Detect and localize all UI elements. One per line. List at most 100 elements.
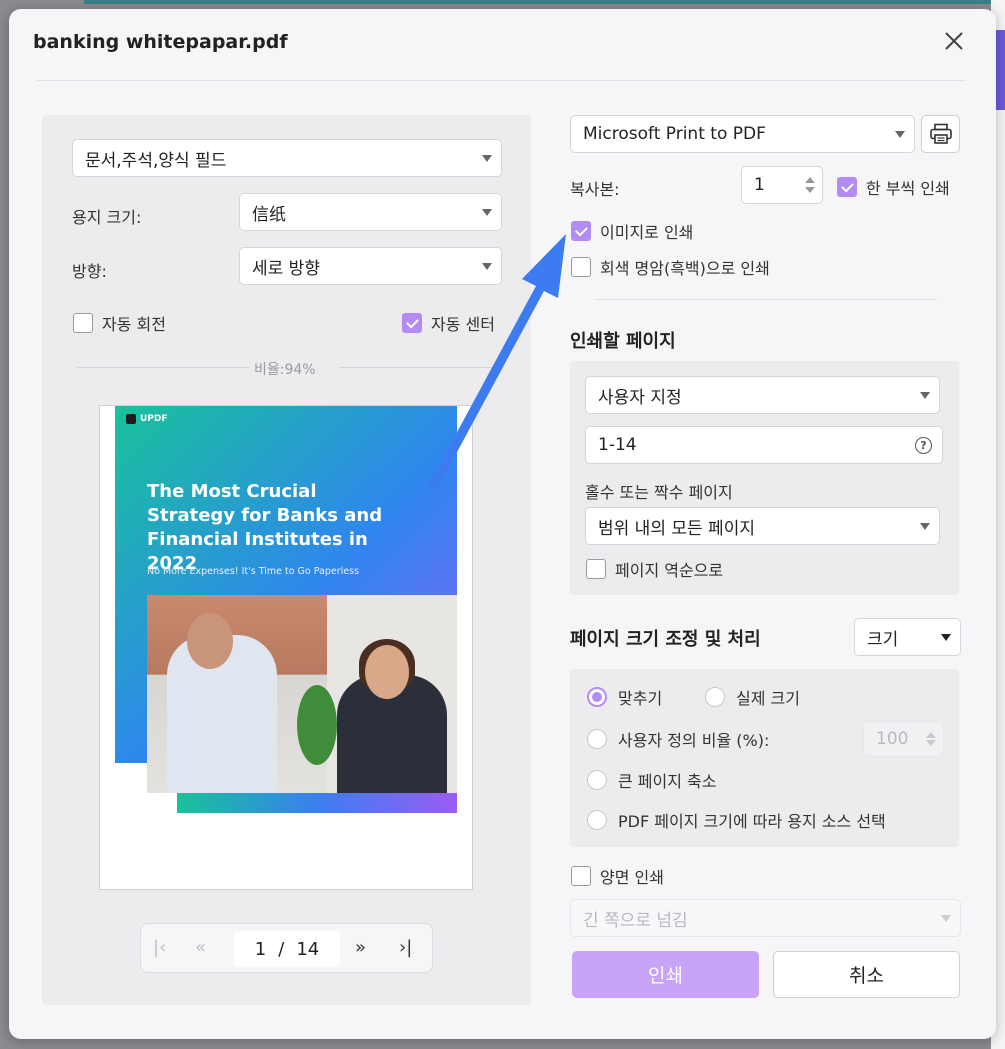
copies-label: 복사본: bbox=[570, 180, 620, 199]
auto-center-checkbox[interactable]: 자동 센터 bbox=[402, 311, 495, 335]
custom-scale-stepper[interactable]: 100 bbox=[863, 721, 944, 757]
checkbox-checked-icon bbox=[837, 177, 857, 197]
content-select-value: 문서,주석,양식 필드 bbox=[85, 150, 227, 171]
fit-radio[interactable]: 맞추기 bbox=[587, 685, 662, 709]
checkbox-unchecked-icon bbox=[586, 559, 606, 579]
shrink-radio[interactable]: 큰 페이지 축소 bbox=[587, 768, 717, 792]
pages-mode-value: 사용자 지정 bbox=[598, 387, 682, 408]
sizing-select[interactable]: 크기 bbox=[854, 618, 961, 656]
orientation-label: 방향: bbox=[72, 262, 107, 281]
print-as-image-checkbox[interactable]: 이미지로 인쇄 bbox=[571, 219, 693, 243]
updf-logo: UPDF bbox=[126, 414, 168, 424]
print-as-image-label: 이미지로 인쇄 bbox=[600, 223, 694, 242]
chevron-down-icon bbox=[482, 155, 492, 162]
actual-size-radio[interactable]: 실제 크기 bbox=[705, 685, 800, 709]
printer-properties-button[interactable] bbox=[921, 115, 960, 153]
updf-logo-text: UPDF bbox=[140, 414, 168, 424]
stepper-up-icon[interactable] bbox=[926, 732, 936, 738]
duplex-checkbox[interactable]: 양면 인쇄 bbox=[571, 864, 664, 888]
auto-rotate-checkbox[interactable]: 자동 회전 bbox=[73, 311, 166, 335]
page-preview: UPDF The Most Crucial Strategy for Banks… bbox=[99, 405, 473, 890]
page-number-input[interactable]: 1 / 14 bbox=[234, 931, 340, 967]
content-select[interactable]: 문서,주석,양식 필드 bbox=[72, 139, 502, 177]
duplex-label: 양면 인쇄 bbox=[600, 868, 664, 887]
print-button[interactable]: 인쇄 bbox=[572, 951, 759, 998]
paper-source-label: PDF 페이지 크기에 따라 용지 소스 선택 bbox=[618, 812, 886, 831]
sizing-value: 크기 bbox=[867, 629, 899, 650]
grayscale-label: 회색 명암(흑백)으로 인쇄 bbox=[600, 259, 770, 278]
reverse-order-label: 페이지 역순으로 bbox=[615, 561, 724, 580]
collate-label: 한 부씩 인쇄 bbox=[866, 179, 950, 198]
auto-rotate-label: 자동 회전 bbox=[102, 315, 166, 334]
stepper-up-icon[interactable] bbox=[805, 177, 815, 183]
cover-photo bbox=[147, 595, 457, 793]
photo-plant bbox=[297, 685, 337, 765]
orientation-value: 세로 방향 bbox=[252, 258, 320, 279]
odd-even-label: 홀수 또는 짝수 페이지 bbox=[585, 483, 733, 502]
next-page-icon[interactable]: » bbox=[355, 937, 366, 958]
stepper-down-icon[interactable] bbox=[926, 740, 936, 746]
checkbox-unchecked-icon bbox=[571, 257, 591, 277]
copies-stepper[interactable]: 1 bbox=[741, 166, 823, 204]
ratio-label: 비율:94% bbox=[254, 362, 316, 378]
actual-size-label: 실제 크기 bbox=[736, 689, 800, 708]
pages-heading: 인쇄할 페이지 bbox=[570, 331, 676, 352]
flip-value: 긴 쪽으로 넘김 bbox=[583, 910, 688, 931]
paper-size-select[interactable]: 信纸 bbox=[239, 193, 502, 231]
cancel-button[interactable]: 취소 bbox=[773, 951, 960, 998]
odd-even-select[interactable]: 범위 내의 모든 페이지 bbox=[585, 507, 940, 545]
first-page-icon[interactable]: |‹ bbox=[153, 937, 166, 958]
paper-size-value: 信纸 bbox=[252, 204, 286, 225]
stepper-down-icon[interactable] bbox=[805, 187, 815, 193]
fit-label: 맞추기 bbox=[618, 689, 663, 708]
page-navigator: |‹ « 1 / 14 » ›| bbox=[140, 923, 433, 973]
cover-subtitle: No More Expenses! It's Time to Go Paperl… bbox=[147, 566, 360, 577]
radio-unselected-icon bbox=[587, 810, 607, 830]
chevron-down-icon bbox=[941, 915, 951, 922]
checkbox-unchecked-icon bbox=[73, 313, 93, 333]
previous-page-icon[interactable]: « bbox=[195, 937, 206, 958]
chevron-down-icon bbox=[920, 392, 930, 399]
custom-scale-value: 100 bbox=[876, 729, 909, 749]
collate-checkbox[interactable]: 한 부씩 인쇄 bbox=[837, 175, 950, 199]
ratio-divider-right bbox=[339, 367, 504, 368]
sizing-group: 맞추기 실제 크기 사용자 정의 비율 (%): 100 큰 페이지 축소 PD… bbox=[570, 669, 959, 847]
pages-mode-select[interactable]: 사용자 지정 bbox=[585, 376, 940, 414]
help-icon[interactable]: ? bbox=[915, 437, 932, 454]
paper-size-label: 용지 크기: bbox=[72, 208, 142, 227]
total-pages: 14 bbox=[296, 938, 320, 960]
orientation-select[interactable]: 세로 방향 bbox=[239, 247, 502, 285]
copies-value: 1 bbox=[754, 175, 765, 195]
radio-unselected-icon bbox=[705, 687, 725, 707]
radio-unselected-icon bbox=[587, 770, 607, 790]
custom-scale-radio[interactable]: 사용자 정의 비율 (%): bbox=[587, 727, 769, 751]
photo-man-head bbox=[187, 613, 233, 669]
chevron-down-icon bbox=[482, 263, 492, 270]
last-page-icon[interactable]: ›| bbox=[399, 937, 412, 958]
updf-logo-icon bbox=[126, 414, 136, 424]
paper-source-radio[interactable]: PDF 페이지 크기에 따라 용지 소스 선택 bbox=[587, 808, 886, 832]
chevron-down-icon bbox=[941, 634, 951, 641]
grayscale-checkbox[interactable]: 회색 명암(흑백)으로 인쇄 bbox=[571, 255, 770, 279]
odd-even-value: 범위 내의 모든 페이지 bbox=[598, 518, 755, 539]
section-divider bbox=[595, 299, 937, 300]
radio-selected-icon bbox=[587, 687, 607, 707]
checkbox-unchecked-icon bbox=[571, 866, 591, 886]
printer-select[interactable]: Microsoft Print to PDF bbox=[570, 115, 915, 153]
cover-bottom-strip bbox=[177, 791, 457, 813]
checkbox-checked-icon bbox=[571, 221, 591, 241]
reverse-order-checkbox[interactable]: 페이지 역순으로 bbox=[586, 557, 723, 581]
flip-select[interactable]: 긴 쪽으로 넘김 bbox=[570, 899, 961, 937]
background-topbar bbox=[84, 0, 1005, 4]
page-separator: / bbox=[278, 938, 285, 960]
title-divider bbox=[37, 80, 966, 81]
radio-unselected-icon bbox=[587, 729, 607, 749]
chevron-down-icon bbox=[482, 209, 492, 216]
chevron-down-icon bbox=[920, 523, 930, 530]
shrink-label: 큰 페이지 축소 bbox=[618, 772, 717, 791]
page-range-input[interactable]: 1-14 ? bbox=[585, 426, 943, 464]
cover-title: The Most Crucial Strategy for Banks and … bbox=[147, 481, 383, 574]
dialog-title: banking whitepapar.pdf bbox=[33, 31, 288, 53]
close-icon[interactable] bbox=[942, 29, 966, 53]
ratio-divider-left bbox=[77, 367, 249, 368]
